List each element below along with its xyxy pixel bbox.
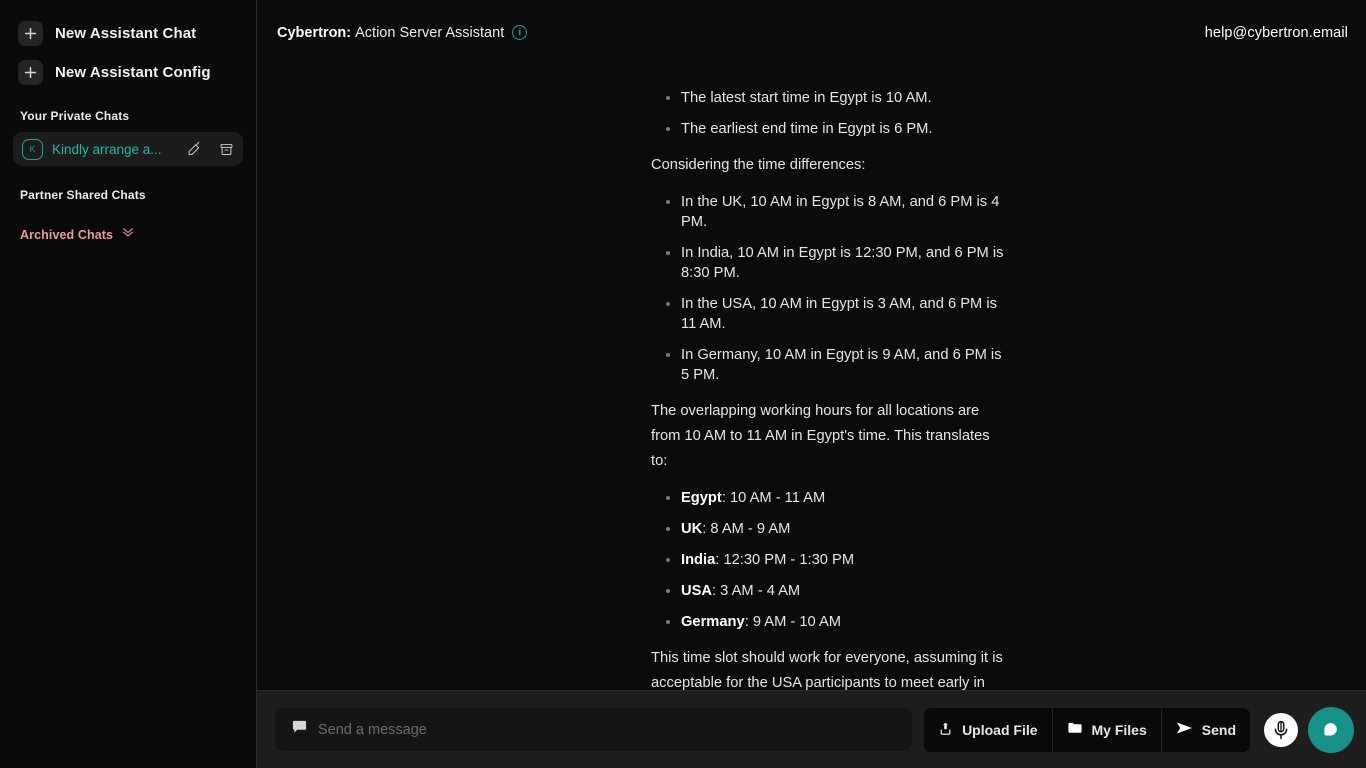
paragraph-considering: Considering the time differences: [651,157,866,173]
message-input-placeholder: Send a message [318,721,427,738]
list-item-value: : 3 AM - 4 AM [712,583,801,599]
overlap-slot-list: Egypt: 10 AM - 11 AM UK: 8 AM - 9 AM Ind… [651,488,1006,632]
avatar: K [22,138,43,160]
assistant-message: The latest start time in Egypt is 10 AM.… [257,88,1366,690]
list-item: The earliest end time in Egypt is 6 PM. [651,119,1006,139]
list-item-value: : 12:30 PM - 1:30 PM [715,552,855,568]
upload-file-button[interactable]: Upload File [924,707,1053,752]
assistant-title-name: Action Server Assistant [355,24,505,41]
new-assistant-config-label: New Assistant Config [55,63,211,81]
list-item: The latest start time in Egypt is 10 AM. [651,88,1006,108]
send-button[interactable]: Send [1162,708,1250,752]
chat-bubble-icon [291,719,308,741]
list-item: India: 12:30 PM - 1:30 PM [651,550,1006,570]
conversation-scroll-area[interactable]: The latest start time in Egypt is 10 AM.… [257,65,1366,690]
archived-chats-toggle[interactable]: Archived Chats [0,225,256,244]
partner-shared-chats-heading: Partner Shared Chats [20,188,146,202]
list-item-value: : 10 AM - 11 AM [721,490,826,506]
list-item: In the UK, 10 AM in Egypt is 8 AM, and 6… [651,192,1006,232]
sidebar-chat-title: Kindly arrange a... [52,141,162,157]
chevron-double-down-icon [121,225,135,244]
list-item: In Germany, 10 AM in Egypt is 9 AM, and … [651,345,1006,385]
my-files-button[interactable]: My Files [1053,707,1162,752]
edit-chat-icon[interactable] [187,141,202,157]
sidebar: New Assistant Chat New Assistant Config … [0,0,257,768]
upload-file-label: Upload File [962,721,1038,738]
private-chats-heading: Your Private Chats [20,109,130,123]
archived-chats-label: Archived Chats [20,227,114,242]
assistant-title: Cybertron: Action Server Assistant i [277,24,528,41]
list-item-label: Germany [681,614,745,630]
list-item-label: UK [681,521,703,537]
plus-icon [18,20,43,46]
composer-action-group: Upload File My Files Send [924,707,1250,752]
microphone-button[interactable] [1264,712,1298,747]
message-composer-bar: Send a message Upload File My Files Send [257,690,1366,768]
upload-icon [938,721,953,739]
top-bar: Cybertron: Action Server Assistant i hel… [257,0,1366,65]
sidebar-chat-item[interactable]: K Kindly arrange a... [13,132,243,166]
list-item: In the USA, 10 AM in Egypt is 3 AM, and … [651,294,1006,334]
archive-chat-icon[interactable] [219,142,234,157]
time-difference-list: In the UK, 10 AM in Egypt is 8 AM, and 6… [651,192,1006,385]
new-assistant-config-button[interactable]: New Assistant Config [0,57,256,87]
list-item: Germany: 9 AM - 10 AM [651,612,1006,632]
paragraph-overlap: The overlapping working hours for all lo… [651,403,990,469]
info-icon[interactable]: i [512,25,528,40]
account-email: help@cybertron.email [1204,24,1348,41]
assistant-title-brand: Cybertron: [277,24,352,41]
send-icon [1176,721,1193,738]
message-input[interactable]: Send a message [275,708,913,751]
list-item-value: : 8 AM - 9 AM [702,521,791,537]
top-bullet-list: The latest start time in Egypt is 10 AM.… [651,88,1006,139]
folder-icon [1067,720,1083,739]
new-assistant-chat-button[interactable]: New Assistant Chat [0,18,256,48]
list-item-label: India [681,552,716,568]
main-panel: Cybertron: Action Server Assistant i hel… [257,0,1366,768]
assistant-launcher-button[interactable] [1308,706,1354,753]
list-item: UK: 8 AM - 9 AM [651,519,1006,539]
list-item: USA: 3 AM - 4 AM [651,581,1006,601]
list-item: Egypt: 10 AM - 11 AM [651,488,1006,508]
list-item-label: Egypt [681,490,722,506]
new-assistant-chat-label: New Assistant Chat [55,24,197,42]
plus-icon [18,59,43,85]
my-files-label: My Files [1091,721,1147,738]
send-label: Send [1201,721,1236,738]
list-item: In India, 10 AM in Egypt is 12:30 PM, an… [651,243,1006,283]
paragraph-closing: This time slot should work for everyone,… [651,650,1003,690]
list-item-value: : 9 AM - 10 AM [744,614,842,630]
list-item-label: USA [681,583,713,599]
